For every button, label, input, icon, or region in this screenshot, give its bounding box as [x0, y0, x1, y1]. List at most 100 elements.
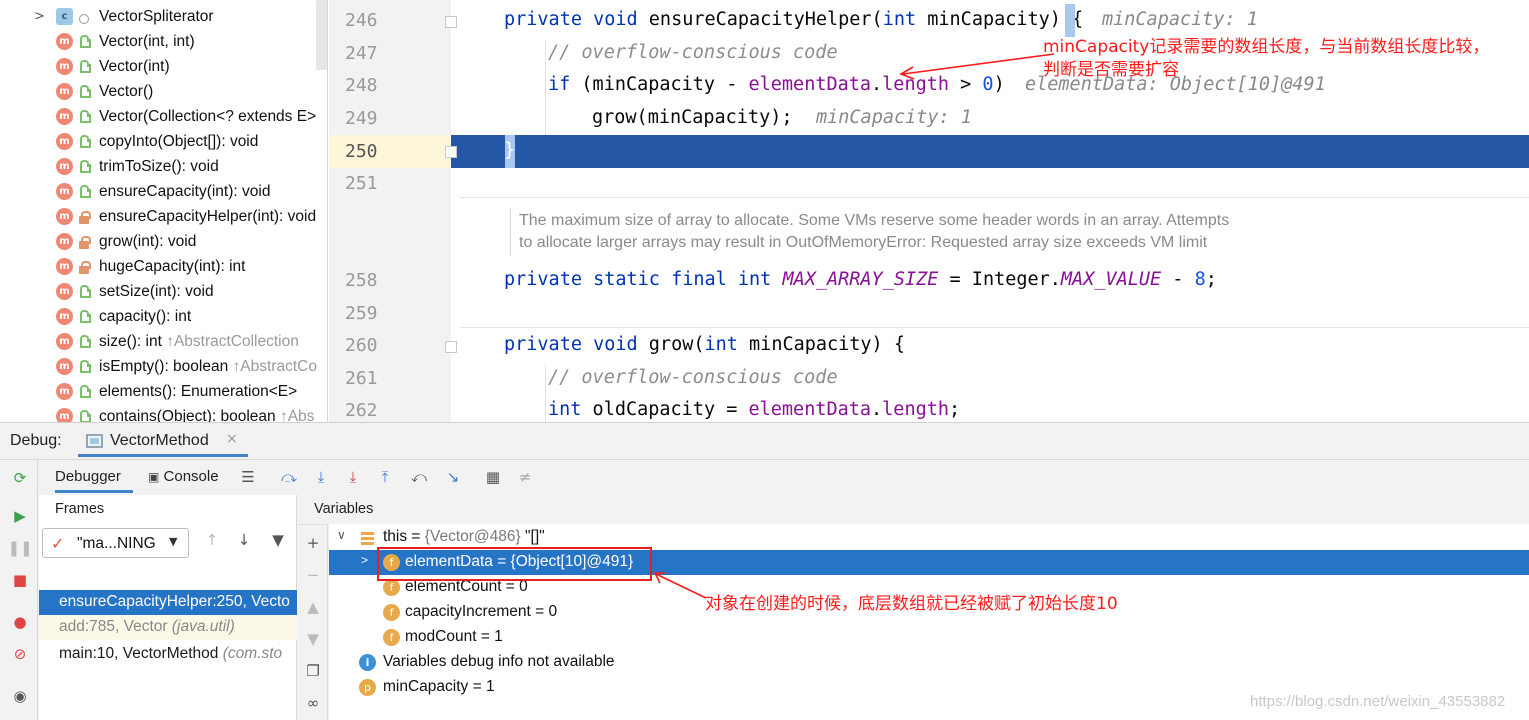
structure-item[interactable]: m size(): int ↑AbstractCollection	[0, 330, 327, 355]
frames-header: Frames	[55, 501, 105, 517]
variable-row-modcount[interactable]: f modCount = 1	[329, 625, 1529, 650]
resume-icon[interactable]: ▶	[10, 506, 30, 526]
chevron-right-icon: >	[361, 553, 369, 567]
chevron-right-icon[interactable]: >	[34, 9, 45, 24]
structure-item-label: hugeCapacity(int): int	[99, 258, 245, 276]
rendered-doc-comment	[460, 197, 1529, 265]
member-signature: capacity(): int	[99, 308, 192, 325]
keyword: private static final int	[504, 269, 772, 290]
structure-item[interactable]: m copyInto(Object[]): void	[0, 130, 327, 155]
drop-frame-icon[interactable]: ⤺	[409, 467, 429, 487]
structure-item-label: trimToSize(): void	[99, 158, 219, 176]
method-icon: m	[56, 108, 73, 125]
structure-item[interactable]: m ensureCapacityHelper(int): void	[0, 205, 327, 230]
member-signature: ensureCapacityHelper(int): void	[99, 208, 317, 225]
variable-text: minCapacity = 1	[383, 678, 495, 695]
structure-item[interactable]: m trimToSize(): void	[0, 155, 327, 180]
stop-icon[interactable]: ■	[10, 570, 30, 590]
method-icon: m	[56, 33, 73, 50]
structure-item[interactable]: m hugeCapacity(int): int	[0, 255, 327, 280]
mute-breakpoints-icon[interactable]: ⊘	[10, 644, 30, 664]
constant-ref: MAX_VALUE	[1060, 269, 1162, 290]
step-out-icon[interactable]: ⤒	[375, 467, 395, 487]
close-icon[interactable]: ×	[226, 431, 238, 447]
tab-vectormethod[interactable]: VectorMethod ×	[78, 425, 248, 457]
filter-icon[interactable]: ▼	[268, 530, 288, 550]
console-icon: ▣	[148, 470, 160, 484]
tab-debugger[interactable]: Debugger	[55, 465, 133, 493]
evaluate-expression-icon[interactable]: ▦	[483, 467, 503, 487]
member-signature: Vector(int)	[99, 58, 170, 75]
force-step-into-icon[interactable]: ⤓	[343, 467, 363, 487]
structure-item-label: contains(Object): boolean ↑Abs	[99, 408, 314, 422]
frame-row[interactable]: ensureCapacityHelper:250, Vecto	[39, 590, 297, 615]
add-watch-icon[interactable]: +	[303, 533, 323, 553]
method-icon: m	[56, 208, 73, 225]
structure-item[interactable]: m isEmpty(): boolean ↑AbstractCo	[0, 355, 327, 380]
field-icon: f	[383, 579, 400, 596]
structure-item[interactable]: m contains(Object): boolean ↑Abs	[0, 405, 327, 422]
remove-watch-icon[interactable]: −	[303, 565, 323, 585]
method-icon: m	[56, 358, 73, 375]
structure-item[interactable]: m Vector(int, int)	[0, 30, 327, 55]
structure-item[interactable]: m Vector(Collection<? extends E>	[0, 105, 327, 130]
structure-item[interactable]: > c VectorSpliterator	[0, 5, 327, 30]
doc-comment-line: The maximum size of array to allocate. S…	[519, 212, 1230, 229]
method-name: grow(	[637, 334, 705, 355]
code-editor[interactable]: 246 247 248 249 250 251 258 259 260 261 …	[329, 0, 1529, 422]
public-icon	[78, 60, 91, 74]
frame-row[interactable]: main:10, VectorMethod (com.sto	[39, 642, 297, 667]
code-text: = Integer.	[938, 269, 1061, 290]
move-up-icon[interactable]: ▲	[303, 597, 323, 617]
check-icon: ✓	[51, 534, 65, 553]
down-arrow-icon[interactable]: ↓	[234, 530, 254, 550]
camera-icon[interactable]: ◉	[10, 686, 30, 706]
view-breakpoints-icon[interactable]: ●	[10, 612, 30, 632]
frame-text: add:785, Vector	[59, 618, 172, 635]
code-line-249: grow(minCapacity);	[592, 107, 793, 128]
structure-item[interactable]: m ensureCapacity(int): void	[0, 180, 327, 205]
rerun-icon[interactable]: ⟳	[10, 468, 30, 488]
step-over-icon[interactable]: ⤼	[279, 467, 299, 487]
copy-icon[interactable]: ❐	[303, 661, 323, 681]
glasses-icon[interactable]: ∞	[303, 693, 323, 713]
structure-item[interactable]: m grow(int): void	[0, 230, 327, 255]
structure-item-label: ensureCapacity(int): void	[99, 183, 270, 201]
fold-marker[interactable]	[445, 146, 457, 158]
structure-item[interactable]: m Vector(int)	[0, 55, 327, 80]
structure-item-label: size(): int ↑AbstractCollection	[99, 333, 299, 351]
frame-row[interactable]: add:785, Vector (java.util)	[39, 615, 297, 640]
structure-item[interactable]: m capacity(): int	[0, 305, 327, 330]
member-signature: isEmpty(): boolean	[99, 358, 233, 375]
thread-selector[interactable]: ✓ "ma...NING ▼	[42, 528, 189, 558]
fold-marker[interactable]	[445, 16, 457, 28]
variables-side-toolbar: + − ▲ ▼ ❐ ∞	[298, 525, 328, 720]
tab-label: VectorMethod	[110, 432, 209, 449]
divider	[0, 459, 1529, 460]
public-icon	[78, 360, 91, 374]
run-to-cursor-icon[interactable]: ↘	[443, 467, 463, 487]
keyword: int	[882, 9, 917, 30]
structure-item[interactable]: m Vector()	[0, 80, 327, 105]
tab-console[interactable]: ▣ Console	[148, 465, 233, 493]
pause-icon[interactable]: ❚❚	[7, 538, 32, 558]
variable-text: Variables debug info not available	[383, 653, 615, 670]
trace-icon[interactable]: ≠	[515, 467, 535, 487]
doc-comment-line: to allocate larger arrays may result in …	[519, 234, 1208, 251]
line-number: 246	[345, 10, 378, 31]
tab-label: Debugger	[55, 468, 121, 485]
structure-item[interactable]: m setSize(int): void	[0, 280, 327, 305]
move-down-icon[interactable]: ▼	[303, 629, 323, 649]
code-text: minCapacity) {	[737, 334, 905, 355]
menu-icon[interactable]: ☰	[238, 467, 258, 487]
up-arrow-icon[interactable]: ↑	[202, 530, 222, 550]
line-number: 258	[345, 270, 378, 291]
line-number: 249	[345, 108, 378, 129]
step-into-icon[interactable]: ⤓	[311, 467, 331, 487]
fold-marker[interactable]	[445, 341, 457, 353]
lock-icon	[78, 260, 91, 274]
frame-text: ensureCapacityHelper:250, Vecto	[59, 593, 290, 610]
structure-item[interactable]: m elements(): Enumeration<E>	[0, 380, 327, 405]
public-icon	[78, 110, 91, 124]
field-ref: elementData	[748, 399, 872, 420]
